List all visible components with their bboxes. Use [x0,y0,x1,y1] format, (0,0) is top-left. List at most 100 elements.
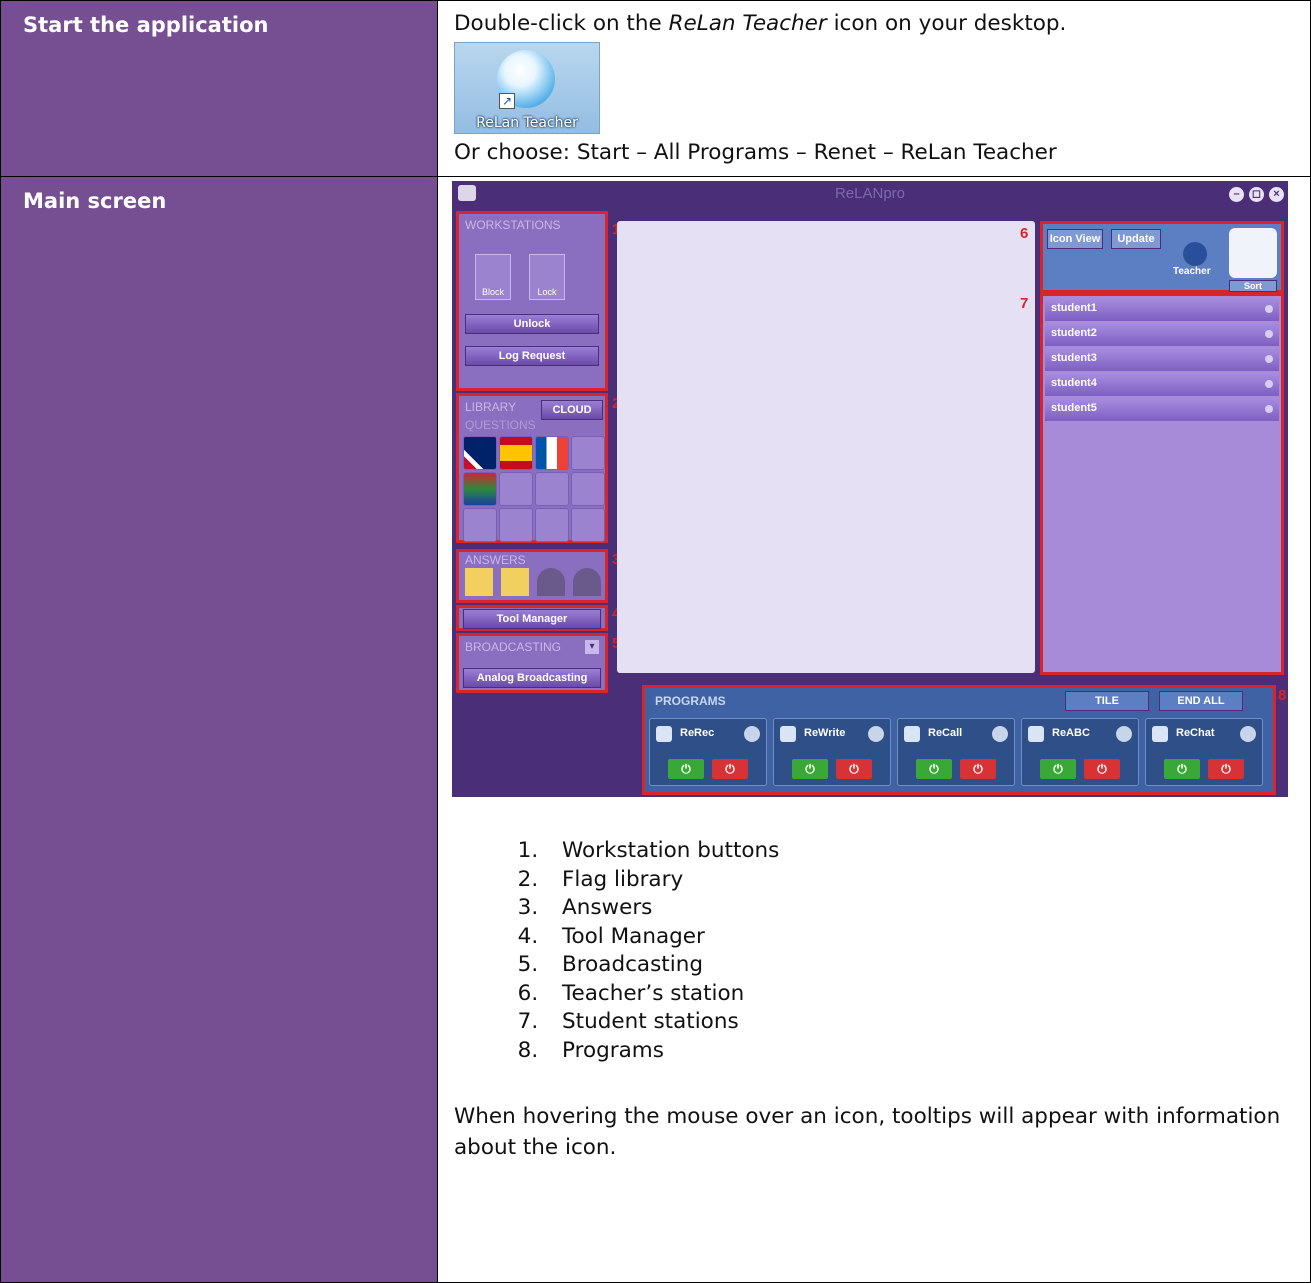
headphones-icon[interactable] [573,568,601,596]
minimize-icon[interactable]: – [1229,187,1244,202]
empty-slot-icon[interactable] [499,508,533,542]
flag-grid [463,436,605,542]
tooltip-note: When hovering the mouse over an icon, to… [454,1104,1281,1160]
start-button[interactable]: ⏻ [668,759,704,779]
close-icon[interactable]: × [1269,187,1284,202]
start-button[interactable]: ⏻ [792,759,828,779]
programs-panel: PROGRAMS TILE END ALL ReRec ⏻ ⏻ ReWrite ⏻ ⏻ … [642,685,1276,795]
unlock-button[interactable]: Unlock [465,314,599,334]
empty-slot-icon[interactable] [535,472,569,506]
row-body-start: Double-click on the ReLan Teacher icon o… [437,0,1311,177]
empty-slot-icon[interactable] [571,472,605,506]
desktop-icon-label: ReLan Teacher [476,115,578,131]
chevron-down-icon[interactable]: ▾ [585,640,599,654]
list-item: Workstation buttons [545,837,1296,866]
student-row[interactable]: student2 [1045,323,1279,346]
spain-flag-icon[interactable] [499,436,533,470]
empty-slot-icon[interactable] [571,436,605,470]
empty-slot-icon[interactable] [535,508,569,542]
teacher-preview [1229,228,1277,278]
workstations-panel: WORKSTATIONS Block Lock Unlock Log Reque… [456,211,608,391]
end-all-button[interactable]: END ALL [1159,691,1243,711]
instruction-table: Start the application Double-click on th… [0,0,1311,1283]
log-request-button[interactable]: Log Request [465,346,599,366]
questions-label: QUESTIONS [465,418,536,432]
student-row[interactable]: student4 [1045,373,1279,396]
row-label-main: Main screen [0,176,438,1283]
tool-manager-button[interactable]: Tool Manager [463,609,601,629]
list-item: Answers [545,894,1296,923]
list-item: Flag library [545,866,1296,895]
list-item: Programs [545,1037,1296,1066]
block-button[interactable]: Block [475,254,511,300]
window-icon[interactable] [744,726,760,742]
window-icon[interactable] [992,726,1008,742]
student-row[interactable]: student5 [1045,398,1279,421]
lock-label: Lock [537,287,557,297]
program-card: ReWrite ⏻ ⏻ [773,718,891,786]
analog-broadcasting-button[interactable]: Analog Broadcasting [463,668,601,688]
empty-slot-icon[interactable] [499,472,533,506]
list-item: Student stations [545,1008,1296,1037]
start-button[interactable]: ⏻ [1164,759,1200,779]
answers-header: ANSWERS [465,553,526,567]
note-icon[interactable] [465,568,493,596]
update-button[interactable]: Update [1111,229,1161,249]
headphones-icon[interactable] [537,568,565,596]
app-screenshot: ReLANpro – ◻ × WORKSTATIONS Block Lock U… [452,181,1288,797]
note-icon[interactable] [501,568,529,596]
alternative-line: Or choose: Start – All Programs – Renet … [454,140,1057,165]
row-body-main: ReLANpro – ◻ × WORKSTATIONS Block Lock U… [437,176,1311,1283]
multi-flag-icon[interactable] [463,472,497,506]
student-row[interactable]: student3 [1045,348,1279,371]
stop-button[interactable]: ⏻ [1208,759,1244,779]
list-item: Broadcasting [545,951,1296,980]
france-flag-icon[interactable] [535,436,569,470]
program-name: ReABC [1052,727,1090,739]
empty-slot-icon[interactable] [463,508,497,542]
program-card: ReChat ⏻ ⏻ [1145,718,1263,786]
program-list: ReRec ⏻ ⏻ ReWrite ⏻ ⏻ ReCall ⏻ ⏻ ReABC ⏻ ⏻ ReCha… [649,718,1269,788]
block-label: Block [481,287,504,297]
start-button[interactable]: ⏻ [916,759,952,779]
student-view-area[interactable] [617,221,1035,673]
empty-slot-icon[interactable] [571,508,605,542]
reabc-icon [1028,726,1044,742]
marker-7: 7 [1020,295,1029,312]
window-icon[interactable] [868,726,884,742]
window-icon[interactable] [1240,726,1256,742]
legend-list: Workstation buttons Flag library Answers… [489,837,1296,1065]
icon-view-button[interactable]: Icon View [1047,229,1103,249]
tool-manager-panel: Tool Manager [456,605,608,631]
program-name: ReChat [1176,727,1215,739]
desktop-icon[interactable]: ↗ ReLan Teacher [454,42,600,134]
program-card: ReABC ⏻ ⏻ [1021,718,1139,786]
program-name: ReWrite [804,727,846,739]
program-name: ReRec [680,727,715,739]
tile-button[interactable]: TILE [1065,691,1149,711]
program-card: ReRec ⏻ ⏻ [649,718,767,786]
stop-button[interactable]: ⏻ [836,759,872,779]
stop-button[interactable]: ⏻ [1084,759,1120,779]
student-row[interactable]: student1 [1045,298,1279,321]
rerec-icon [656,726,672,742]
program-name: ReCall [928,727,963,739]
programs-header: PROGRAMS [655,694,726,708]
recall-icon [904,726,920,742]
stop-button[interactable]: ⏻ [712,759,748,779]
restore-icon[interactable]: ◻ [1249,187,1264,202]
uk-flag-icon[interactable] [463,436,497,470]
instruction-line: Double-click on the ReLan Teacher icon o… [454,11,1296,36]
window-icon[interactable] [1116,726,1132,742]
row-main: Main screen ReLANpro – ◻ × WORKSTATIONS … [0,176,1311,1283]
lock-button[interactable]: Lock [529,254,565,300]
rechat-icon [1152,726,1168,742]
cloud-button[interactable]: CLOUD [541,400,603,420]
sort-button[interactable]: Sort [1229,280,1277,292]
row-label-start: Start the application [0,0,438,177]
start-button[interactable]: ⏻ [1040,759,1076,779]
line-text: icon on your desktop. [826,11,1067,36]
stop-button[interactable]: ⏻ [960,759,996,779]
app-name-emphasis: ReLan Teacher [668,11,827,36]
broadcasting-panel: BROADCASTING ▾ Analog Broadcasting [456,633,608,693]
